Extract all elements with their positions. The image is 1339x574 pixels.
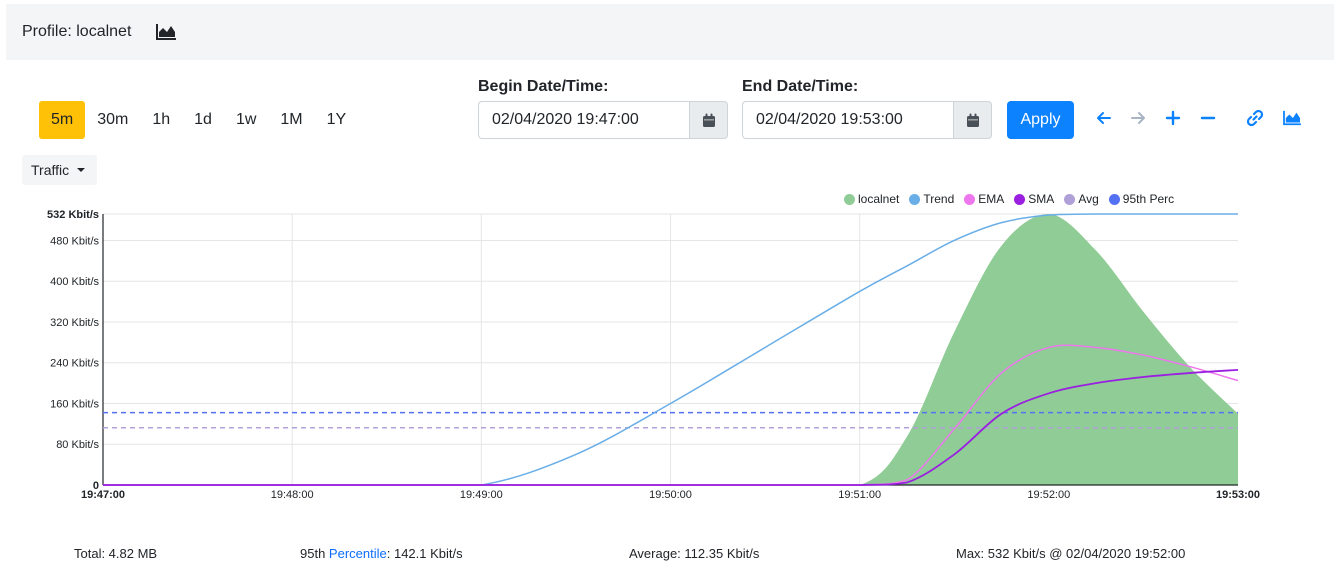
range-5m-button[interactable]: 5m bbox=[39, 101, 86, 139]
begin-datetime-label: Begin Date/Time: bbox=[478, 78, 609, 95]
plus-icon[interactable] bbox=[1163, 108, 1183, 128]
footer-max: Max: 532 Kbit/s @ 02/04/2020 19:52:00 bbox=[956, 546, 1186, 561]
end-datetime-group: End Date/Time: bbox=[742, 78, 992, 139]
apply-button[interactable]: Apply bbox=[1007, 101, 1074, 139]
range-1Y-button[interactable]: 1Y bbox=[315, 101, 359, 139]
y-tick-label: 160 Kbit/s bbox=[50, 398, 99, 410]
y-tick-label: 320 Kbit/s bbox=[50, 317, 99, 329]
footer-percentile-value: : 142.1 Kbit/s bbox=[386, 546, 463, 561]
y-tick-label: 400 Kbit/s bbox=[50, 276, 99, 288]
calendar-icon[interactable] bbox=[689, 101, 728, 139]
profile-header: Profile: localnet bbox=[6, 4, 1334, 60]
traffic-dropdown-label: Traffic bbox=[31, 162, 70, 178]
minus-icon[interactable] bbox=[1198, 108, 1218, 128]
y-tick-label: 240 Kbit/s bbox=[50, 358, 99, 370]
footer-percentile: 95th Percentile: 142.1 Kbit/s bbox=[300, 546, 463, 561]
range-30m-button[interactable]: 30m bbox=[85, 101, 140, 139]
footer-total: Total: 4.82 MB bbox=[74, 546, 158, 561]
y-tick-label: 480 Kbit/s bbox=[50, 235, 99, 247]
percentile-link[interactable]: Percentile bbox=[329, 546, 387, 561]
range-1M-button[interactable]: 1M bbox=[268, 101, 314, 139]
y-tick-label: 532 Kbit/s bbox=[47, 209, 99, 221]
traffic-chart[interactable]: 080 Kbit/s160 Kbit/s240 Kbit/s320 Kbit/s… bbox=[0, 200, 1339, 510]
caret-down-icon bbox=[77, 168, 86, 172]
x-tick-label: 19:53:00 bbox=[1216, 489, 1260, 501]
end-datetime-input[interactable] bbox=[742, 101, 953, 139]
x-tick-label: 19:48:00 bbox=[271, 489, 314, 501]
range-selector: 5m 30m 1h 1d 1w 1M 1Y bbox=[39, 101, 358, 139]
arrow-left-icon[interactable] bbox=[1094, 108, 1114, 128]
area-chart-icon[interactable] bbox=[155, 23, 177, 41]
y-tick-label: 80 Kbit/s bbox=[56, 439, 99, 451]
range-1d-button[interactable]: 1d bbox=[182, 101, 224, 139]
begin-datetime-group: Begin Date/Time: bbox=[478, 78, 728, 139]
range-1h-button[interactable]: 1h bbox=[140, 101, 182, 139]
traffic-dropdown[interactable]: Traffic bbox=[22, 155, 97, 185]
link-icon[interactable] bbox=[1245, 108, 1265, 128]
x-tick-label: 19:51:00 bbox=[838, 489, 881, 501]
arrow-right-icon[interactable] bbox=[1128, 108, 1148, 128]
area-chart-icon[interactable] bbox=[1282, 108, 1302, 128]
x-tick-label: 19:49:00 bbox=[460, 489, 503, 501]
end-datetime-label: End Date/Time: bbox=[742, 78, 859, 95]
range-1w-button[interactable]: 1w bbox=[224, 101, 268, 139]
footer-percentile-prefix: 95th bbox=[300, 546, 329, 561]
calendar-icon[interactable] bbox=[953, 101, 992, 139]
x-tick-label: 19:52:00 bbox=[1027, 489, 1070, 501]
x-tick-label: 19:50:00 bbox=[649, 489, 692, 501]
x-tick-label: 19:47:00 bbox=[81, 489, 125, 501]
begin-datetime-input[interactable] bbox=[478, 101, 689, 139]
page-title: Profile: localnet bbox=[22, 23, 132, 40]
footer-average: Average: 112.35 Kbit/s bbox=[629, 546, 760, 561]
